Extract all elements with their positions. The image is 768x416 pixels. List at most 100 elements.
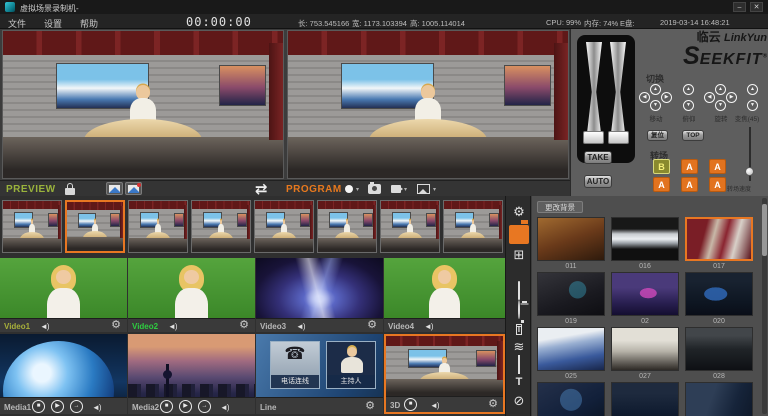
stop-button[interactable]: ■ <box>160 400 173 413</box>
angle-thumbnail-6[interactable] <box>317 200 377 253</box>
arrow-up-icon[interactable]: ▲ <box>715 84 726 95</box>
transition-button-a5[interactable]: A <box>709 177 726 192</box>
loop-button[interactable]: → <box>198 400 211 413</box>
scene-thumb-025[interactable] <box>537 327 605 371</box>
scene-thumb[interactable] <box>685 382 753 416</box>
gear-icon[interactable]: ⚙ <box>239 320 249 331</box>
scene-thumb-017-selected[interactable] <box>685 217 753 261</box>
auto-button[interactable]: AUTO <box>584 175 612 188</box>
reset-button[interactable]: 复位 <box>647 130 668 141</box>
top-button[interactable]: TOP <box>682 130 704 141</box>
record-caret-icon[interactable]: ▾ <box>356 186 359 193</box>
overlay-image-button[interactable] <box>106 182 123 195</box>
save-floppy-icon[interactable] <box>509 225 529 244</box>
arrow-down-icon[interactable]: ▼ <box>650 100 661 111</box>
angle-thumbnail-2-selected[interactable] <box>65 200 125 253</box>
transition-button-b[interactable]: B <box>653 159 670 174</box>
host-button[interactable]: 主持人 <box>326 341 376 389</box>
speaker-icon[interactable]: ◄) <box>40 322 49 331</box>
close-button[interactable]: ✕ <box>750 2 763 12</box>
change-background-button[interactable]: 更改背景 <box>537 201 583 213</box>
title-text-icon[interactable]: T <box>509 319 529 338</box>
gear-icon[interactable]: ⚙ <box>111 320 121 331</box>
scene-thumb[interactable] <box>611 382 679 416</box>
play-button[interactable]: ▶ <box>51 400 64 413</box>
play-button[interactable]: ▶ <box>179 400 192 413</box>
scene-thumb-027[interactable] <box>611 327 679 371</box>
frame-icon[interactable] <box>509 356 529 375</box>
gear-icon[interactable]: ⚙ <box>365 401 375 412</box>
lock-icon[interactable] <box>65 183 75 195</box>
gallery-scrollbar[interactable] <box>762 198 767 414</box>
scene-thumb-028[interactable] <box>685 327 753 371</box>
transition-button-a3[interactable]: A <box>653 177 670 192</box>
gear-icon[interactable]: ⚙ <box>488 399 498 410</box>
transition-button-a2[interactable]: A <box>709 159 726 174</box>
transition-button-a4[interactable]: A <box>681 177 698 192</box>
light-bulb-icon[interactable] <box>509 301 529 320</box>
menu-help[interactable]: 帮助 <box>80 17 98 30</box>
arrow-left-icon[interactable]: ◀ <box>704 92 715 103</box>
media2-tile[interactable]: Media2 ■ ▶ → ◄) <box>128 334 255 414</box>
arrow-down-icon[interactable]: ▼ <box>683 100 694 111</box>
overlay-image-alert-button[interactable] <box>125 182 142 195</box>
phone-call-button[interactable]: ☎ 电话连线 <box>270 341 320 389</box>
loop-button[interactable]: → <box>70 400 83 413</box>
line-tile[interactable]: ☎ 电话连线 主持人 Line ⚙ <box>256 334 383 414</box>
arrow-down-icon[interactable]: ▼ <box>715 100 726 111</box>
arrow-up-icon[interactable]: ▲ <box>747 84 758 95</box>
disable-icon[interactable]: ⊘ <box>509 392 529 411</box>
angle-thumbnail-5[interactable] <box>254 200 314 253</box>
t-bar-handle[interactable] <box>608 131 629 144</box>
angle-thumbnail-4[interactable] <box>191 200 251 253</box>
t-bar-handle[interactable] <box>583 131 604 144</box>
video1-tile[interactable]: Video1 ◄) ⚙ <box>0 258 127 332</box>
video2-tile[interactable]: Video2 ◄) ⚙ <box>128 258 255 332</box>
arrow-down-icon[interactable]: ▼ <box>747 100 758 111</box>
stop-button[interactable]: ■ <box>32 400 45 413</box>
menu-file[interactable]: 文件 <box>8 17 26 30</box>
media1-tile[interactable]: Media1 ■ ▶ → ◄) <box>0 334 127 414</box>
scene-thumb[interactable] <box>537 382 605 416</box>
camcorder-icon[interactable] <box>391 185 401 193</box>
menu-settings[interactable]: 设置 <box>44 17 62 30</box>
snapshot-camera-icon[interactable] <box>368 184 381 194</box>
speaker-icon[interactable]: ◄) <box>424 322 433 331</box>
speaker-icon[interactable]: ◄) <box>168 322 177 331</box>
scrollbar-thumb[interactable] <box>762 204 767 256</box>
scene-thumb-020[interactable] <box>685 272 753 316</box>
picture-icon[interactable] <box>417 184 430 194</box>
transition-button-a1[interactable]: A <box>681 159 698 174</box>
scene-thumb-02[interactable] <box>611 272 679 316</box>
camcorder-caret-icon[interactable]: ▾ <box>404 186 407 193</box>
minimize-button[interactable]: – <box>733 2 746 12</box>
speaker-icon[interactable]: ◄) <box>92 403 101 412</box>
stop-button[interactable]: ■ <box>404 398 417 411</box>
arrow-right-icon[interactable]: ▶ <box>661 92 672 103</box>
speaker-icon[interactable]: ◄) <box>296 322 305 331</box>
scene-thumb-011[interactable] <box>537 217 605 261</box>
angle-thumbnail-1[interactable] <box>2 200 62 253</box>
angle-thumbnail-3[interactable] <box>128 200 188 253</box>
arrow-left-icon[interactable]: ◀ <box>639 92 650 103</box>
subtitle-t-icon[interactable]: T <box>509 374 529 393</box>
arrow-right-icon[interactable]: ▶ <box>726 92 737 103</box>
layout-grid-icon[interactable]: ⊞ <box>509 246 529 265</box>
angle-thumbnail-8[interactable] <box>443 200 503 253</box>
video4-tile[interactable]: Video4 ◄) <box>384 258 505 332</box>
t-bar-fader[interactable] <box>577 35 635 163</box>
record-icon[interactable] <box>345 185 353 193</box>
scene-3d-tile[interactable]: 3D ■ ◄) ⚙ <box>384 334 505 414</box>
angle-thumbnail-7[interactable] <box>380 200 440 253</box>
arrow-up-icon[interactable]: ▲ <box>683 84 694 95</box>
speaker-icon[interactable]: ◄) <box>430 401 439 410</box>
take-button[interactable]: TAKE <box>584 151 612 164</box>
arrow-up-icon[interactable]: ▲ <box>650 84 661 95</box>
picture-caret-icon[interactable]: ▾ <box>433 186 436 193</box>
speaker-icon[interactable]: ◄) <box>220 403 229 412</box>
monitor-icon[interactable] <box>509 282 529 301</box>
gear-icon[interactable]: ⚙ <box>367 320 377 331</box>
video3-tile[interactable]: Video3 ◄) ⚙ <box>256 258 383 332</box>
transition-speed-knob[interactable] <box>745 167 754 176</box>
scene-thumb-016[interactable] <box>611 217 679 261</box>
